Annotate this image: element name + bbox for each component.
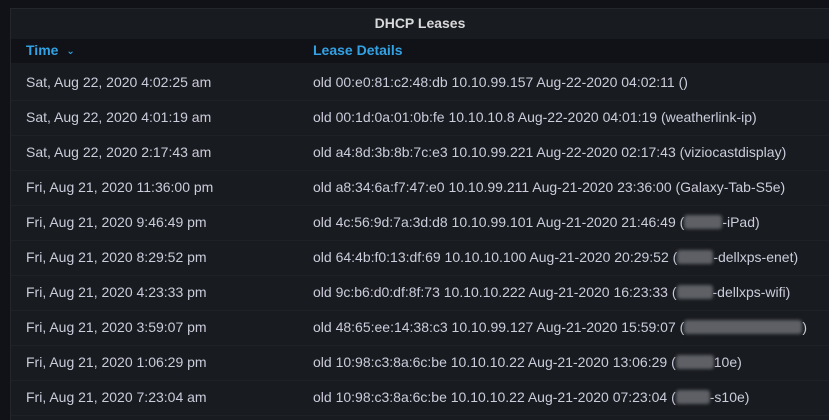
table-row: Fri, Aug 21, 2020 7:23:04 am old 10:98:c… [11, 381, 829, 416]
table-row: Sat, Aug 22, 2020 4:02:25 am old 00:e0:8… [11, 66, 829, 101]
details-text: -dellxps-wifi) [712, 284, 791, 300]
details-text: old 10:98:c3:8a:6c:be 10.10.10.22 Aug-21… [313, 389, 676, 405]
cell-lease-details: old 9c:b6:d0:df:8f:73 10.10.10.222 Aug-2… [313, 284, 790, 300]
cell-lease-details: old 64:4b:f0:13:df:69 10.10.10.100 Aug-2… [313, 249, 798, 265]
column-header-time-label: Time [26, 42, 59, 58]
dhcp-leases-panel: DHCP Leases Time ⌄ Lease Details Sat, Au… [10, 8, 829, 420]
cell-lease-details: old 48:65:ee:14:38:c3 10.10.99.127 Aug-2… [313, 319, 807, 335]
details-text: old 48:65:ee:14:38:c3 10.10.99.127 Aug-2… [313, 319, 685, 335]
redacted-hostname [677, 250, 714, 264]
cell-lease-details: old 10:98:c3:8a:6c:be 10.10.10.22 Aug-21… [313, 389, 749, 405]
cell-time: Fri, Aug 21, 2020 4:23:33 pm [26, 284, 207, 300]
cell-lease-details: old 10:98:c3:8a:6c:be 10.10.10.22 Aug-21… [313, 354, 742, 370]
details-text: old 10:98:c3:8a:6c:be 10.10.10.22 Aug-21… [313, 354, 676, 370]
details-text: old 64:4b:f0:13:df:69 10.10.10.100 Aug-2… [313, 249, 678, 265]
redacted-hostname [676, 285, 713, 299]
cell-time: Fri, Aug 21, 2020 3:59:07 pm [26, 319, 207, 335]
panel-title: DHCP Leases [374, 15, 466, 31]
redacted-hostname [684, 215, 723, 229]
details-text: -iPad) [722, 214, 760, 230]
details-text: old 4c:56:9d:7a:3d:d8 10.10.99.101 Aug-2… [313, 214, 685, 230]
table-row: Fri, Aug 21, 2020 9:46:49 pm old 4c:56:9… [11, 206, 829, 241]
cell-time: Fri, Aug 21, 2020 7:23:04 am [26, 389, 207, 405]
table-row: Sat, Aug 22, 2020 4:01:19 am old 00:1d:0… [11, 101, 829, 136]
cell-lease-details: old 00:1d:0a:01:0b:fe 10.10.10.8 Aug-22-… [313, 109, 757, 125]
cell-time: Sat, Aug 22, 2020 4:02:25 am [26, 74, 212, 90]
redacted-hostname [684, 320, 803, 334]
cell-lease-details: old a4:8d:3b:8b:7c:e3 10.10.99.221 Aug-2… [313, 144, 787, 160]
table-row: Fri, Aug 21, 2020 4:23:33 pm old 9c:b6:d… [11, 276, 829, 311]
table-row: Fri, Aug 21, 2020 1:06:29 pm old 10:98:c… [11, 346, 829, 381]
table-header: Time ⌄ Lease Details [11, 39, 829, 63]
column-header-time[interactable]: Time ⌄ [26, 42, 75, 58]
cell-time: Sat, Aug 22, 2020 2:17:43 am [26, 144, 212, 160]
redacted-hostname [675, 355, 714, 369]
table-row: Fri, Aug 21, 2020 3:59:07 pm old 48:65:e… [11, 311, 829, 346]
cell-time: Fri, Aug 21, 2020 1:06:29 pm [26, 354, 207, 370]
details-text: 10e) [713, 354, 742, 370]
chevron-down-icon: ⌄ [66, 46, 75, 57]
table-row: Fri, Aug 21, 2020 8:29:52 pm old 64:4b:f… [11, 241, 829, 276]
cell-lease-details: old a8:34:6a:f7:47:e0 10.10.99.211 Aug-2… [313, 179, 786, 195]
cell-lease-details: old 4c:56:9d:7a:3d:d8 10.10.99.101 Aug-2… [313, 214, 760, 230]
cell-time: Fri, Aug 21, 2020 8:29:52 pm [26, 249, 207, 265]
cell-time: Fri, Aug 21, 2020 11:36:00 pm [26, 179, 214, 195]
table-row: Fri, Aug 21, 2020 11:36:00 pm old a8:34:… [11, 171, 829, 206]
table-row: Sat, Aug 22, 2020 2:17:43 am old a4:8d:3… [11, 136, 829, 171]
details-text: -s10e) [709, 389, 750, 405]
column-header-lease-details[interactable]: Lease Details [313, 42, 403, 58]
redacted-hostname [675, 390, 710, 404]
cell-time: Sat, Aug 22, 2020 4:01:19 am [26, 109, 212, 125]
details-text: old 9c:b6:d0:df:8f:73 10.10.10.222 Aug-2… [313, 284, 677, 300]
details-text: -dellxps-enet) [713, 249, 799, 265]
cell-lease-details: old 00:e0:81:c2:48:db 10.10.99.157 Aug-2… [313, 74, 688, 90]
cell-time: Fri, Aug 21, 2020 9:46:49 pm [26, 214, 207, 230]
details-text: ) [802, 319, 807, 335]
